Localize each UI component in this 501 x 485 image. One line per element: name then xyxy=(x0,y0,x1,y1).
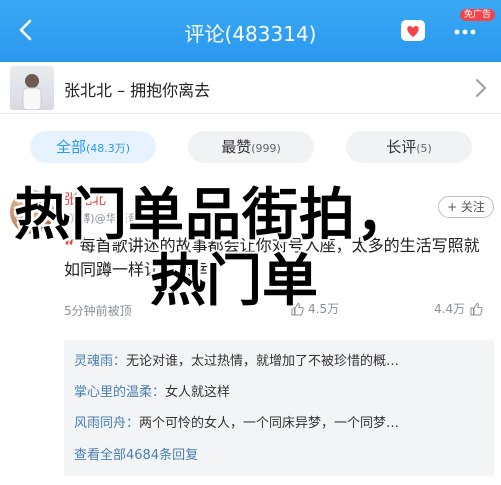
comment-card: 张北北 (微博)@华语音乐榜 + 关注 “ 每首歌讲述的故事都会让你对号入座，太… xyxy=(0,172,501,485)
comment-text: “ 每首歌讲述的故事都会让你对号入座，太多的生活写照就如同蹲一样让你庆幸 xyxy=(64,234,494,282)
replies-box: 灵魂雨：无论对谁，太过热情，就增加了不被珍惜的概… 掌心里的温柔：女人就这样 风… xyxy=(64,340,494,476)
comments-screen: 评论(483314) 免广告 张北北 – 拥抱你离去 全部(48.3万) 最赞(… xyxy=(0,0,501,485)
share-heart-icon[interactable] xyxy=(400,18,426,44)
follow-button[interactable]: + 关注 xyxy=(438,196,494,218)
comment-body: 每首歌讲述的故事都会让你对号入座，太多的生活写照就如同蹲一样让你庆幸 xyxy=(64,236,480,279)
tab-all[interactable]: 全部(48.3万) xyxy=(30,131,156,163)
like-count-mid[interactable]: 4.5万 xyxy=(290,300,339,317)
quote-icon: “ xyxy=(64,236,75,255)
like-count[interactable]: 4.4万 xyxy=(434,300,483,317)
chevron-right-icon xyxy=(471,76,491,100)
song-cover-image xyxy=(10,66,54,110)
comment-source: (微博)@华语音乐榜 xyxy=(64,212,161,225)
top-bar: 评论(483314) 免广告 xyxy=(0,0,501,62)
comment-tabs: 全部(48.3万) 最赞(999) 长评(5) xyxy=(0,114,501,172)
avatar[interactable] xyxy=(10,190,54,234)
thumb-up-icon xyxy=(470,302,483,315)
comment-author[interactable]: 张北北 xyxy=(64,189,106,209)
view-all-replies-link[interactable]: 查看全部4684条回复 xyxy=(74,444,198,463)
more-dots-icon[interactable] xyxy=(452,18,478,44)
tab-top[interactable]: 最赞(999) xyxy=(188,131,314,163)
tab-long[interactable]: 长评(5) xyxy=(346,131,472,163)
song-title: 张北北 – 拥抱你离去 xyxy=(64,81,211,100)
list-item[interactable]: 风雨同舟：两个可怜的女人，一个同床异梦，一个同梦… xyxy=(74,412,486,431)
list-item[interactable]: 灵魂雨：无论对谁，太过热情，就增加了不被珍惜的概… xyxy=(74,350,486,369)
song-row[interactable]: 张北北 – 拥抱你离去 xyxy=(0,62,501,114)
comment-timestamp: 5分钟前被顶 xyxy=(64,304,132,318)
list-item[interactable]: 掌心里的温柔：女人就这样 xyxy=(74,381,486,400)
thumb-up-icon xyxy=(291,302,304,315)
